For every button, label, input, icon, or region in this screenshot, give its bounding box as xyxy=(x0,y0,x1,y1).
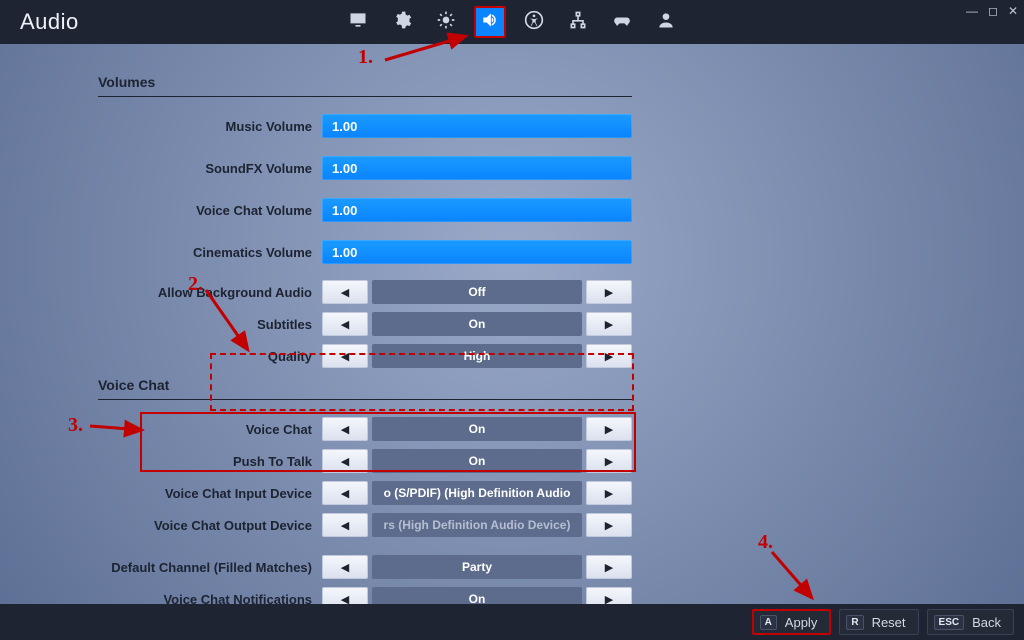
section-rule xyxy=(98,96,632,97)
back-button[interactable]: ESC Back xyxy=(927,609,1014,635)
tab-display[interactable] xyxy=(342,6,374,38)
gear-icon xyxy=(392,10,412,35)
next-button[interactable]: ▶ xyxy=(586,481,632,505)
window-minimize-icon[interactable]: — xyxy=(966,4,978,18)
window-close-icon[interactable]: ✕ xyxy=(1008,4,1018,18)
row-voice-chat: Voice Chat ◀ On ▶ xyxy=(98,414,632,444)
row-default-channel: Default Channel (Filled Matches) ◀ Party… xyxy=(98,552,632,582)
value-output-device[interactable]: rs (High Definition Audio Device) xyxy=(372,513,582,537)
slider-music-volume[interactable]: 1.00 xyxy=(322,114,632,138)
button-label: Reset xyxy=(872,615,906,630)
prev-button[interactable]: ◀ xyxy=(322,280,368,304)
row-cinematics-volume: Cinematics Volume 1.00 xyxy=(98,237,632,267)
label: Voice Chat Output Device xyxy=(98,518,322,533)
next-button[interactable]: ▶ xyxy=(586,312,632,336)
label: Subtitles xyxy=(98,317,322,332)
key-hint: A xyxy=(760,615,777,630)
key-hint: R xyxy=(846,615,863,630)
button-label: Back xyxy=(972,615,1001,630)
label: Voice Chat Input Device xyxy=(98,486,322,501)
value-voice-chat[interactable]: On xyxy=(372,417,582,441)
next-button[interactable]: ▶ xyxy=(586,280,632,304)
prev-button[interactable]: ◀ xyxy=(322,312,368,336)
tab-controller[interactable] xyxy=(606,6,638,38)
tab-account[interactable] xyxy=(650,6,682,38)
row-soundfx-volume: SoundFX Volume 1.00 xyxy=(98,153,632,183)
bottom-bar: A Apply R Reset ESC Back xyxy=(0,604,1024,640)
slider-soundfx-volume[interactable]: 1.00 xyxy=(322,156,632,180)
prev-button[interactable]: ◀ xyxy=(322,417,368,441)
prev-button[interactable]: ◀ xyxy=(322,449,368,473)
next-button[interactable]: ▶ xyxy=(586,513,632,537)
row-bg-audio: Allow Background Audio ◀ Off ▶ xyxy=(98,277,632,307)
prev-button[interactable]: ◀ xyxy=(322,344,368,368)
label: Quality xyxy=(98,349,322,364)
accessibility-icon xyxy=(524,10,544,35)
settings-column: Volumes Music Volume 1.00 SoundFX Volume… xyxy=(98,60,632,616)
value-default-channel[interactable]: Party xyxy=(372,555,582,579)
person-icon xyxy=(656,10,676,35)
label: Allow Background Audio xyxy=(98,285,322,300)
gamepad-icon xyxy=(612,10,632,35)
tab-input[interactable] xyxy=(562,6,594,38)
page-title: Audio xyxy=(20,9,79,35)
label: Default Channel (Filled Matches) xyxy=(98,560,322,575)
top-bar: Audio — ◻ ✕ xyxy=(0,0,1024,44)
section-title-voicechat: Voice Chat xyxy=(98,377,632,393)
next-button[interactable]: ▶ xyxy=(586,449,632,473)
label: Music Volume xyxy=(98,119,322,134)
row-input-device: Voice Chat Input Device ◀ o (S/PDIF) (Hi… xyxy=(98,478,632,508)
label: Voice Chat xyxy=(98,422,322,437)
row-music-volume: Music Volume 1.00 xyxy=(98,111,632,141)
brightness-icon xyxy=(436,10,456,35)
value-bg-audio[interactable]: Off xyxy=(372,280,582,304)
prev-button[interactable]: ◀ xyxy=(322,555,368,579)
row-quality: Quality ◀ High ▶ xyxy=(98,341,632,371)
next-button[interactable]: ▶ xyxy=(586,555,632,579)
next-button[interactable]: ▶ xyxy=(586,344,632,368)
label: Voice Chat Volume xyxy=(98,203,322,218)
label: Cinematics Volume xyxy=(98,245,322,260)
row-subtitles: Subtitles ◀ On ▶ xyxy=(98,309,632,339)
settings-page: Volumes Music Volume 1.00 SoundFX Volume… xyxy=(0,44,1024,604)
tab-brightness[interactable] xyxy=(430,6,462,38)
slider-voice-volume[interactable]: 1.00 xyxy=(322,198,632,222)
row-output-device: Voice Chat Output Device ◀ rs (High Defi… xyxy=(98,510,632,540)
section-rule xyxy=(98,399,632,400)
window-maximize-icon[interactable]: ◻ xyxy=(988,4,998,18)
next-button[interactable]: ▶ xyxy=(586,417,632,441)
monitor-icon xyxy=(348,10,368,35)
window-controls: — ◻ ✕ xyxy=(966,4,1018,18)
key-hint: ESC xyxy=(934,615,965,630)
row-push-to-talk: Push To Talk ◀ On ▶ xyxy=(98,446,632,476)
settings-tabs xyxy=(342,6,682,38)
speaker-icon xyxy=(480,10,500,35)
section-title-volumes: Volumes xyxy=(98,74,632,90)
row-voice-volume: Voice Chat Volume 1.00 xyxy=(98,195,632,225)
value-input-device[interactable]: o (S/PDIF) (High Definition Audio xyxy=(372,481,582,505)
apply-button[interactable]: A Apply xyxy=(752,609,832,635)
label: Push To Talk xyxy=(98,454,322,469)
button-label: Apply xyxy=(785,615,818,630)
value-subtitles[interactable]: On xyxy=(372,312,582,336)
hierarchy-icon xyxy=(568,10,588,35)
prev-button[interactable]: ◀ xyxy=(322,481,368,505)
value-ptt[interactable]: On xyxy=(372,449,582,473)
tab-accessibility[interactable] xyxy=(518,6,550,38)
label: SoundFX Volume xyxy=(98,161,322,176)
slider-cinematics-volume[interactable]: 1.00 xyxy=(322,240,632,264)
reset-button[interactable]: R Reset xyxy=(839,609,918,635)
tab-game[interactable] xyxy=(386,6,418,38)
prev-button[interactable]: ◀ xyxy=(322,513,368,537)
tab-audio[interactable] xyxy=(474,6,506,38)
value-quality[interactable]: High xyxy=(372,344,582,368)
